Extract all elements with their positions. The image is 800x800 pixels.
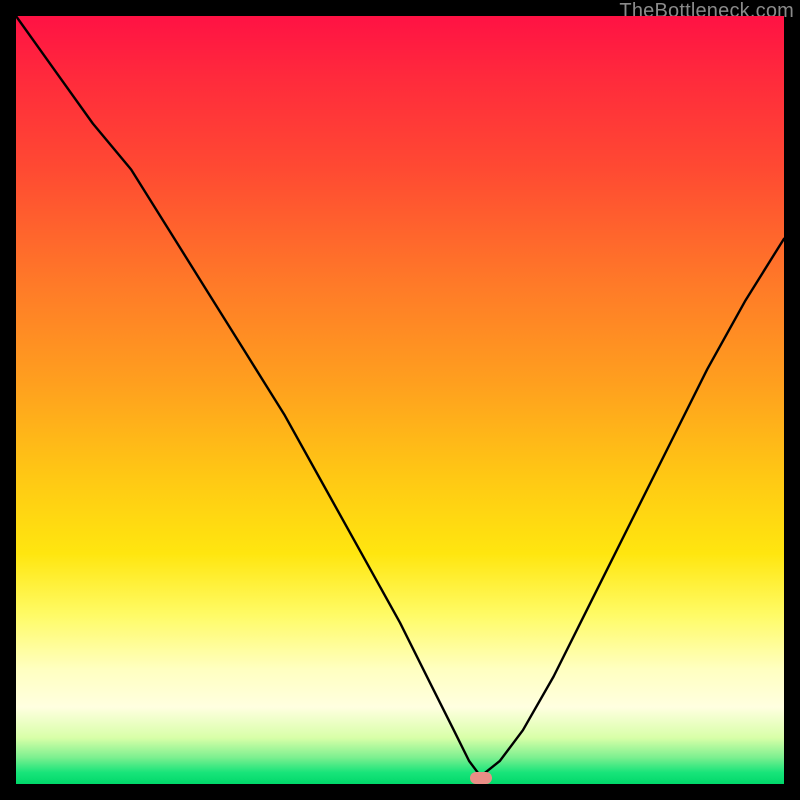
chart-frame: TheBottleneck.com [0,0,800,800]
minimum-marker [470,772,492,784]
bottleneck-curve [16,16,784,784]
plot-area [16,16,784,784]
